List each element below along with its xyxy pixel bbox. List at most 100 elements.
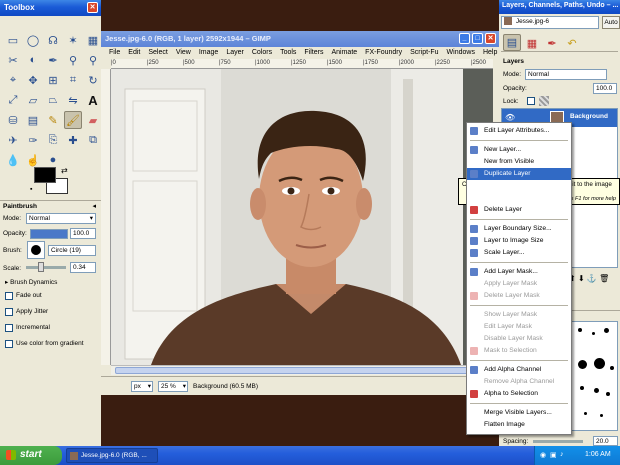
menu-select[interactable]: Select [148, 49, 167, 56]
foreground-select-icon[interactable]: ◐ [24, 51, 42, 69]
menu-item-add-layer-mask[interactable]: Add Layer Mask... [467, 266, 571, 278]
clone-icon[interactable]: ⎘ [44, 131, 62, 149]
horizontal-scrollbar[interactable] [111, 365, 493, 375]
menu-item-duplicate-layer[interactable]: Duplicate Layer [467, 168, 571, 180]
opacity-slider[interactable] [30, 229, 68, 239]
zoom-select[interactable]: 25 % ▾ [158, 381, 188, 392]
start-button[interactable]: start [0, 446, 62, 465]
menu-file[interactable]: File [109, 49, 120, 56]
brush-sample[interactable] [604, 328, 609, 333]
toolbox-titlebar[interactable]: Toolbox ✕ [0, 0, 101, 16]
delete-layer-icon[interactable]: 🗑 [599, 274, 609, 283]
menu-filters[interactable]: Filters [304, 49, 323, 56]
bucket-fill-icon[interactable]: ⛁ [4, 111, 22, 129]
paintbrush-icon[interactable]: 🖌 [64, 111, 82, 129]
menu-fx-foundry[interactable]: FX-Foundry [365, 49, 402, 56]
default-colors-icon[interactable]: ▪ [30, 186, 32, 193]
menu-colors[interactable]: Colors [252, 49, 272, 56]
lock-alpha-icon[interactable] [539, 96, 549, 106]
menu-item-flatten-image[interactable]: Flatten Image [467, 419, 571, 431]
airbrush-icon[interactable]: ✈ [4, 131, 22, 149]
minimize-icon[interactable]: _ [459, 33, 470, 44]
incremental-checkbox[interactable] [5, 324, 13, 332]
spacing-field[interactable]: 20.0 [593, 436, 618, 446]
brush-name-field[interactable]: Circle (19) [48, 245, 96, 256]
lock-pixels-checkbox[interactable] [527, 97, 535, 105]
apply-jitter-checkbox[interactable] [5, 308, 13, 316]
scale-slider-handle[interactable] [38, 262, 44, 272]
menu-item-layer-boundary-size[interactable]: Layer Boundary Size... [467, 223, 571, 235]
fade-out-checkbox[interactable] [5, 292, 13, 300]
unit-select[interactable]: px ▾ [131, 381, 153, 392]
perspective-clone-icon[interactable]: ⧉ [84, 131, 102, 149]
menu-item-layer-to-image-size[interactable]: Layer to Image Size [467, 235, 571, 247]
scale-value-field[interactable]: 0.34 [70, 262, 96, 273]
mode-select[interactable]: Normal ▾ [26, 213, 96, 224]
scrollbar-thumb[interactable] [115, 367, 487, 374]
brush-sample[interactable] [610, 366, 614, 370]
select-by-color-icon[interactable]: ▦ [84, 31, 102, 49]
brush-sample[interactable] [578, 328, 582, 332]
tab-layers[interactable]: ▤ [503, 34, 521, 51]
move-icon[interactable]: ✥ [24, 71, 42, 89]
menu-layer[interactable]: Layer [226, 49, 244, 56]
perspective-icon[interactable]: ⏢ [44, 91, 62, 109]
rotate-icon[interactable]: ↻ [84, 71, 102, 89]
scale-slider[interactable] [26, 266, 66, 269]
measure-icon[interactable]: ⌖ [4, 71, 22, 89]
close-icon[interactable]: ✕ [485, 33, 496, 44]
spacing-slider[interactable] [533, 440, 583, 443]
maximize-icon[interactable]: □ [472, 33, 483, 44]
menu-item-delete-layer[interactable]: Delete Layer [467, 204, 571, 216]
layers-opacity-field[interactable]: 100.0 [593, 83, 617, 94]
image-titlebar[interactable]: Jesse.jpg-6.0 (RGB, 1 layer) 2592x1944 –… [101, 31, 499, 47]
menu-image[interactable]: Image [199, 49, 218, 56]
auto-button[interactable]: Auto [602, 16, 620, 29]
menu-item-scale-layer[interactable]: Scale Layer... [467, 247, 571, 259]
opacity-value-field[interactable]: 100.0 [70, 228, 96, 239]
close-icon[interactable]: ✕ [87, 2, 98, 13]
fuzzy-select-icon[interactable]: ✶ [64, 31, 82, 49]
color-picker-icon[interactable]: ⚲ [64, 51, 82, 69]
tray-icon[interactable]: ♪ [560, 451, 564, 458]
brush-sample[interactable] [600, 414, 603, 417]
image-canvas[interactable] [111, 69, 493, 365]
ink-icon[interactable]: ✑ [24, 131, 42, 149]
eraser-icon[interactable]: ▰ [84, 111, 102, 129]
brush-sample[interactable] [606, 392, 610, 396]
tool-options-menu-icon[interactable]: ◂ [92, 202, 96, 210]
blend-icon[interactable]: ▤ [24, 111, 42, 129]
menu-view[interactable]: View [176, 49, 191, 56]
anchor-layer-icon[interactable]: ⚓ [587, 274, 597, 283]
swap-colors-icon[interactable]: ⇄ [61, 166, 68, 175]
ellipse-select-icon[interactable]: ◯ [24, 31, 42, 49]
menu-animate[interactable]: Animate [331, 49, 357, 56]
brush-sample[interactable] [580, 386, 584, 390]
menu-item-new-layer[interactable]: New Layer... [467, 144, 571, 156]
zoom-icon[interactable]: ⚲ [84, 51, 102, 69]
rect-select-icon[interactable]: ▭ [4, 31, 22, 49]
image-select[interactable]: Jesse.jpg-6 [501, 16, 599, 29]
heal-icon[interactable]: ✚ [64, 131, 82, 149]
menu-item-add-alpha-channel[interactable]: Add Alpha Channel [467, 364, 571, 376]
foreground-color-swatch[interactable] [34, 167, 56, 183]
brush-sample[interactable] [578, 360, 587, 369]
scale-icon[interactable]: ⤢ [4, 91, 22, 109]
menu-item-merge-visible-layers[interactable]: Merge Visible Layers... [467, 407, 571, 419]
menu-item-edit-layer-attributes[interactable]: Edit Layer Attributes... [467, 125, 571, 137]
brushes-grid[interactable] [571, 321, 618, 431]
tab-paths[interactable]: ✒ [543, 34, 561, 52]
tab-undo[interactable]: ↶ [563, 34, 581, 52]
tray-icon[interactable]: ▣ [550, 451, 557, 459]
lower-layer-icon[interactable]: ⬇ [578, 274, 585, 283]
menu-item-alpha-to-selection[interactable]: Alpha to Selection [467, 388, 571, 400]
menu-tools[interactable]: Tools [280, 49, 296, 56]
tab-channels[interactable]: ▦ [523, 34, 541, 52]
menu-item-new-from-visible[interactable]: New from Visible [467, 156, 571, 168]
brush-dynamics-expander[interactable]: ▸ Brush Dynamics [5, 278, 57, 286]
layers-dock-titlebar[interactable]: Layers, Channels, Paths, Undo – ... [499, 0, 620, 14]
free-select-icon[interactable]: ☊ [44, 31, 62, 49]
brush-sample[interactable] [594, 358, 605, 369]
visibility-eye-icon[interactable]: 👁 [505, 113, 515, 122]
menu-help[interactable]: Help [483, 49, 497, 56]
